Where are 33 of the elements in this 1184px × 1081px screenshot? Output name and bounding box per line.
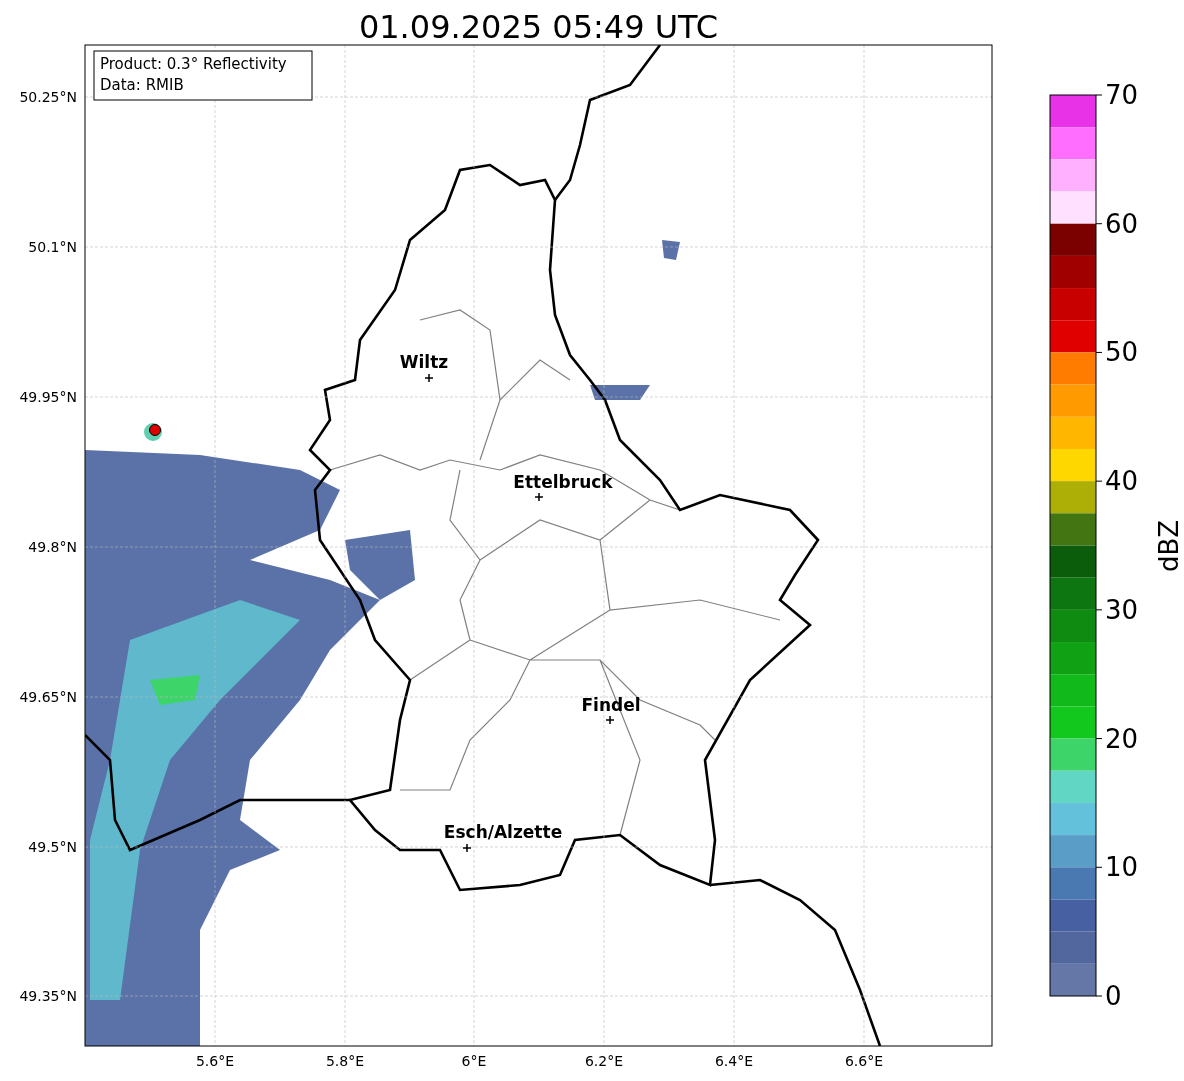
- axis-tick-label: 49.65°N: [19, 689, 77, 705]
- axis-tick-label: 5.8°E: [325, 1053, 365, 1069]
- colorbar-tick-label: 50: [1105, 337, 1139, 368]
- legend-text: Product: 0.3° Reflectivity: [100, 55, 287, 73]
- axis-tick-label: 50.1°N: [28, 239, 77, 255]
- axis-tick-label: 49.8°N: [28, 539, 77, 555]
- axis-tick-label: 50.25°N: [19, 89, 77, 105]
- legend-text: Data: RMIB: [100, 76, 184, 94]
- colorbar-tick-label: 20: [1105, 723, 1139, 754]
- axis-tick-label: 6.6°E: [844, 1053, 884, 1069]
- city-label: Findel: [581, 695, 641, 715]
- plus-marker-icon: [605, 715, 615, 725]
- axis-tick-label: 49.95°N: [19, 389, 77, 405]
- axis-tick-label: 6.4°E: [714, 1053, 754, 1069]
- plus-marker-icon: [534, 492, 544, 502]
- colorbar-tick-label: 60: [1105, 208, 1139, 239]
- colorbar-tick-label: 70: [1105, 80, 1139, 110]
- axis-tick-label: 6.2°E: [584, 1053, 624, 1069]
- axis-tick-label: 49.5°N: [28, 839, 77, 855]
- plus-marker-icon: [462, 843, 472, 853]
- colorbar-tick-label: 40: [1105, 466, 1139, 497]
- colorbar-tick-label: 30: [1105, 594, 1139, 625]
- plus-marker-icon: [424, 373, 434, 383]
- city-label: Esch/Alzette: [443, 822, 563, 842]
- city-label: Wiltz: [399, 352, 449, 372]
- city-label: Ettelbruck: [513, 472, 613, 492]
- colorbar-tick-label: 0: [1105, 981, 1122, 1011]
- colorbar-tick-label: 10: [1105, 852, 1139, 883]
- axis-tick-label: 5.6°E: [195, 1053, 235, 1069]
- axis-tick-label: 6°E: [461, 1053, 487, 1069]
- chart-title: 01.09.2025 05:49 UTC: [358, 8, 719, 46]
- axis-tick-label: 49.35°N: [19, 988, 77, 1004]
- colorbar-label: dBZ: [1153, 519, 1184, 573]
